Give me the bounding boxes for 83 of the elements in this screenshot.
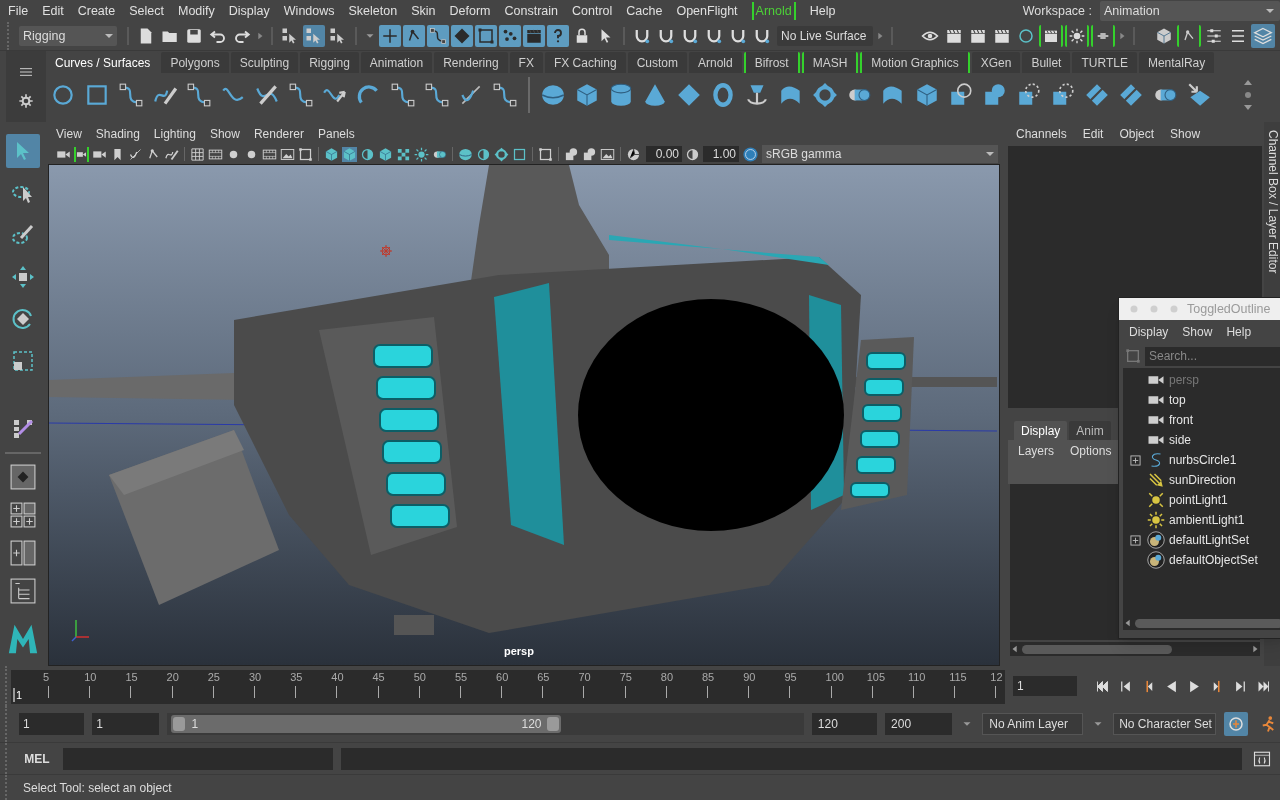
menu-item[interactable]: Select — [129, 1, 164, 21]
menu-item[interactable]: OpenFlight — [676, 1, 738, 21]
frame-ruler[interactable]: 1 5 10 15 20 25 30 35 40 45 50 55 60 65 70 75 80 85 90 95 100 105 110 115 12 — [11, 670, 1005, 704]
playback-end-field[interactable]: 120 — [811, 713, 878, 735]
menu-item[interactable]: Display — [228, 1, 270, 21]
shelf-tab[interactable]: MentalRay — [1138, 52, 1215, 73]
shelf-tab[interactable]: XGen — [971, 52, 1021, 73]
search-field[interactable]: Search... — [1145, 346, 1280, 366]
menu-set-dropdown[interactable]: Rigging — [19, 26, 117, 46]
menu-item[interactable]: Constrain — [504, 1, 558, 21]
workspace-dropdown[interactable]: Animation — [1100, 1, 1280, 21]
panel-menu-item[interactable]: Lighting — [153, 125, 196, 143]
menu-item[interactable]: Windows — [283, 1, 335, 21]
camera-name-label: persp — [504, 643, 534, 659]
frame-number: 12 — [990, 670, 1004, 684]
outliner-menu-item[interactable]: Display — [1129, 323, 1169, 341]
anim-layer-dropdown[interactable]: No Anim Layer — [982, 713, 1084, 735]
shelf-tab[interactable]: FX — [509, 52, 543, 73]
outliner-item[interactable]: defaultObjectSet — [1169, 551, 1258, 569]
live-surface-field[interactable]: No Live Surface — [777, 26, 873, 46]
shelf-tab[interactable]: Custom — [627, 52, 687, 73]
panel-menu-item[interactable]: Panels — [317, 125, 355, 143]
menu-item[interactable]: Deform — [449, 1, 491, 21]
gamma-field[interactable]: 1.00 — [703, 146, 739, 162]
menu-item[interactable]: Skin — [411, 1, 436, 21]
help-line-text: Select Tool: select an object — [23, 779, 172, 797]
viewport[interactable]: persp — [48, 164, 1000, 666]
menu-item[interactable]: Control — [572, 1, 613, 21]
range-slider-bar[interactable]: 1 120 — [171, 715, 562, 733]
menu-item[interactable]: Help — [809, 1, 836, 21]
character-set-dropdown[interactable]: No Character Set — [1113, 713, 1216, 735]
range-start-label: 1 — [191, 716, 200, 733]
shelf-tab[interactable]: Rendering — [434, 52, 508, 73]
outliner-item[interactable]: sunDirection — [1169, 471, 1236, 489]
shelf-tab[interactable]: TURTLE — [1072, 52, 1137, 73]
window-title: ToggledOutline — [1187, 300, 1271, 318]
panel-menu-item[interactable]: Shading — [95, 125, 140, 143]
outliner-menu-item[interactable]: Show — [1182, 323, 1213, 341]
range-end-label: 120 — [521, 716, 542, 733]
channel-box-menu-item[interactable]: Edit — [1082, 125, 1104, 143]
shelf-tab[interactable]: Sculpting — [230, 52, 299, 73]
shelf-tab[interactable]: Arnold — [688, 52, 742, 73]
outliner-item[interactable]: side — [1169, 431, 1191, 449]
shelf-tab[interactable]: MASH — [801, 52, 859, 73]
shelf-tab[interactable]: Bullet — [1022, 52, 1071, 73]
menu-item[interactable]: Modify — [178, 1, 215, 21]
channel-box-menu-item[interactable]: Channels — [1016, 125, 1067, 143]
panel-menu-item[interactable]: Show — [209, 125, 240, 143]
channel-box-menu-item[interactable]: Show — [1170, 125, 1201, 143]
outliner-item[interactable]: pointLight1 — [1169, 491, 1228, 509]
shelf-tab[interactable]: Bifrost — [743, 52, 800, 73]
current-frame-field[interactable]: 1 — [1013, 676, 1077, 696]
shelf-tab[interactable]: Motion Graphics — [860, 52, 970, 73]
panel-menu-item[interactable]: View — [56, 125, 82, 143]
menu-item[interactable]: Cache — [626, 1, 663, 21]
workspace-label: Workspace : — [1022, 2, 1092, 20]
end-time-field[interactable]: 200 — [885, 713, 953, 735]
outliner-item[interactable]: front — [1169, 411, 1193, 429]
menu-item[interactable]: Arnold — [751, 1, 796, 21]
color-space-dropdown[interactable]: sRGB gamma — [762, 145, 998, 163]
shelf-tab[interactable]: Polygons — [161, 52, 229, 73]
shelf-tab[interactable]: Animation — [360, 52, 433, 73]
outliner-item[interactable]: top — [1169, 391, 1186, 409]
script-language-label[interactable]: MEL — [19, 749, 55, 768]
outliner-menu-item[interactable]: Help — [1226, 323, 1252, 341]
menu-item[interactable]: File — [8, 1, 29, 21]
layer-editor-menu-item[interactable]: Options — [1070, 442, 1112, 460]
layer-editor-tab[interactable]: Anim — [1069, 421, 1111, 440]
shelf-tab[interactable]: FX Caching — [544, 52, 626, 73]
start-time-field[interactable]: 1 — [19, 713, 85, 735]
channel-box-menu-item[interactable]: Object — [1119, 125, 1155, 143]
layer-editor-tab[interactable]: Display — [1014, 421, 1068, 440]
layer-editor-menu-item[interactable]: Layers — [1018, 442, 1055, 460]
shelf-tab[interactable]: Rigging — [300, 52, 359, 73]
outliner-item[interactable]: nurbsCircle1 — [1169, 451, 1237, 469]
outliner-item[interactable]: ambientLight1 — [1169, 511, 1245, 529]
menu-item[interactable]: Skeleton — [348, 1, 398, 21]
exposure-field[interactable]: 0.00 — [646, 146, 682, 162]
menu-item[interactable]: Create — [77, 1, 116, 21]
playback-start-field[interactable]: 1 — [92, 713, 160, 735]
panel-menu-item[interactable]: Renderer — [253, 125, 304, 143]
menu-item[interactable]: Edit — [42, 1, 64, 21]
outliner-item[interactable]: defaultLightSet — [1169, 531, 1250, 549]
